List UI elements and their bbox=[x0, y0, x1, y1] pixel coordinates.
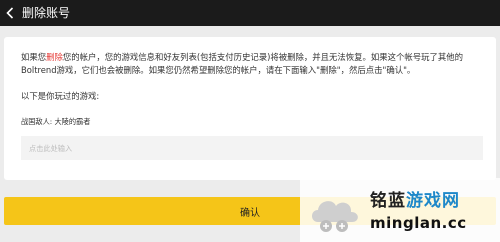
watermark-brand-accent: 游戏网 bbox=[406, 191, 460, 211]
confirm-delete-input[interactable] bbox=[21, 136, 483, 160]
watermark: 铭蓝游戏网 minglan.cc bbox=[300, 178, 500, 242]
page-title: 删除账号 bbox=[22, 6, 71, 20]
game-item: 战国敌人: 大陵的霸者 bbox=[21, 117, 91, 126]
notice-text-start: 如果您 bbox=[21, 52, 47, 62]
delete-account-card: 如果您删除您的帐户，您的游戏信息和好友列表(包括支付历史记录)将被删除，并且无法… bbox=[4, 37, 496, 180]
back-button[interactable] bbox=[0, 0, 20, 26]
watermark-domain: minglan.cc bbox=[370, 214, 467, 232]
cloud-logo-icon bbox=[306, 192, 366, 240]
watermark-brand: 铭蓝游戏网 bbox=[370, 186, 460, 211]
deletion-notice: 如果您删除您的帐户，您的游戏信息和好友列表(包括支付历史记录)将被删除，并且无法… bbox=[21, 51, 489, 76]
notice-highlight: 删除 bbox=[46, 52, 63, 62]
watermark-brand-main: 铭蓝 bbox=[370, 191, 406, 211]
chevron-left-icon bbox=[6, 7, 14, 19]
notice-text-rest: 您的帐户，您的游戏信息和好友列表(包括支付历史记录)将被删除，并且无法恢复。如果… bbox=[21, 52, 464, 75]
top-bar: 删除账号 bbox=[0, 0, 500, 26]
games-heading: 以下是你玩过的游戏: bbox=[21, 91, 100, 101]
